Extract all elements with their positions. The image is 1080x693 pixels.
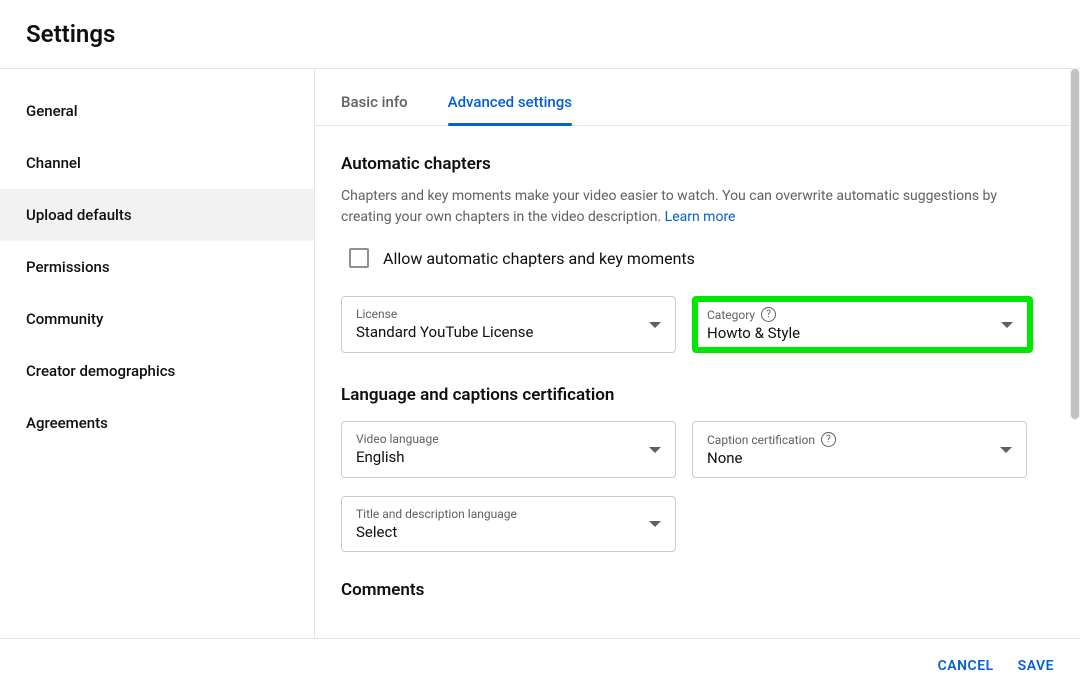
- sidebar-item-permissions[interactable]: Permissions: [0, 241, 314, 293]
- chevron-down-icon: [649, 521, 661, 527]
- license-label: License: [356, 307, 661, 321]
- sidebar-item-community[interactable]: Community: [0, 293, 314, 345]
- page-title: Settings: [26, 20, 1054, 48]
- sidebar-item-channel[interactable]: Channel: [0, 137, 314, 189]
- save-button[interactable]: SAVE: [1018, 650, 1054, 682]
- category-value: Howto & Style: [707, 324, 1018, 342]
- caption-cert-label-text: Caption certification: [707, 433, 815, 447]
- allow-auto-chapters-label: Allow automatic chapters and key moments: [383, 249, 695, 268]
- license-dropdown[interactable]: License Standard YouTube License: [341, 296, 676, 353]
- allow-auto-chapters-row: Allow automatic chapters and key moments: [341, 248, 1054, 268]
- tabs: Basic info Advanced settings: [315, 69, 1080, 126]
- caption-certification-value: None: [707, 449, 1012, 467]
- title-desc-lang-label: Title and description language: [356, 507, 661, 521]
- main-content: Basic info Advanced settings Automatic c…: [315, 69, 1080, 639]
- comments-title: Comments: [341, 580, 1054, 600]
- allow-auto-chapters-checkbox[interactable]: [349, 248, 369, 268]
- video-language-dropdown[interactable]: Video language English: [341, 421, 676, 478]
- category-dropdown[interactable]: Category ? Howto & Style: [692, 296, 1033, 353]
- settings-header: Settings: [0, 0, 1080, 68]
- license-value: Standard YouTube License: [356, 323, 661, 341]
- language-captions-title: Language and captions certification: [341, 385, 1054, 405]
- help-icon[interactable]: ?: [821, 432, 836, 447]
- video-language-label: Video language: [356, 432, 661, 446]
- scrollbar-thumb[interactable]: [1071, 69, 1079, 419]
- chevron-down-icon: [649, 447, 661, 453]
- category-label: Category ?: [707, 307, 1018, 322]
- chevron-down-icon: [1000, 447, 1012, 453]
- sidebar-item-agreements[interactable]: Agreements: [0, 397, 314, 449]
- settings-sidebar: General Channel Upload defaults Permissi…: [0, 69, 315, 639]
- footer-actions: CANCEL SAVE: [0, 638, 1080, 693]
- learn-more-link[interactable]: Learn more: [665, 209, 736, 225]
- video-language-value: English: [356, 448, 661, 466]
- automatic-chapters-title: Automatic chapters: [341, 154, 1054, 174]
- automatic-chapters-desc: Chapters and key moments make your video…: [341, 186, 1031, 228]
- tab-advanced-settings[interactable]: Advanced settings: [448, 93, 572, 125]
- sidebar-item-general[interactable]: General: [0, 85, 314, 137]
- cancel-button[interactable]: CANCEL: [938, 650, 994, 682]
- chevron-down-icon: [1001, 322, 1013, 328]
- title-description-language-dropdown[interactable]: Title and description language Select: [341, 496, 676, 552]
- caption-certification-dropdown[interactable]: Caption certification ? None: [692, 421, 1027, 478]
- scrollbar[interactable]: [1070, 68, 1080, 420]
- sidebar-item-creator-demographics[interactable]: Creator demographics: [0, 345, 314, 397]
- category-label-text: Category: [707, 308, 755, 322]
- sidebar-item-upload-defaults[interactable]: Upload defaults: [0, 189, 314, 241]
- title-desc-lang-value: Select: [356, 523, 661, 541]
- help-icon[interactable]: ?: [761, 307, 776, 322]
- caption-certification-label: Caption certification ?: [707, 432, 1012, 447]
- tab-basic-info[interactable]: Basic info: [341, 93, 408, 125]
- chevron-down-icon: [649, 322, 661, 328]
